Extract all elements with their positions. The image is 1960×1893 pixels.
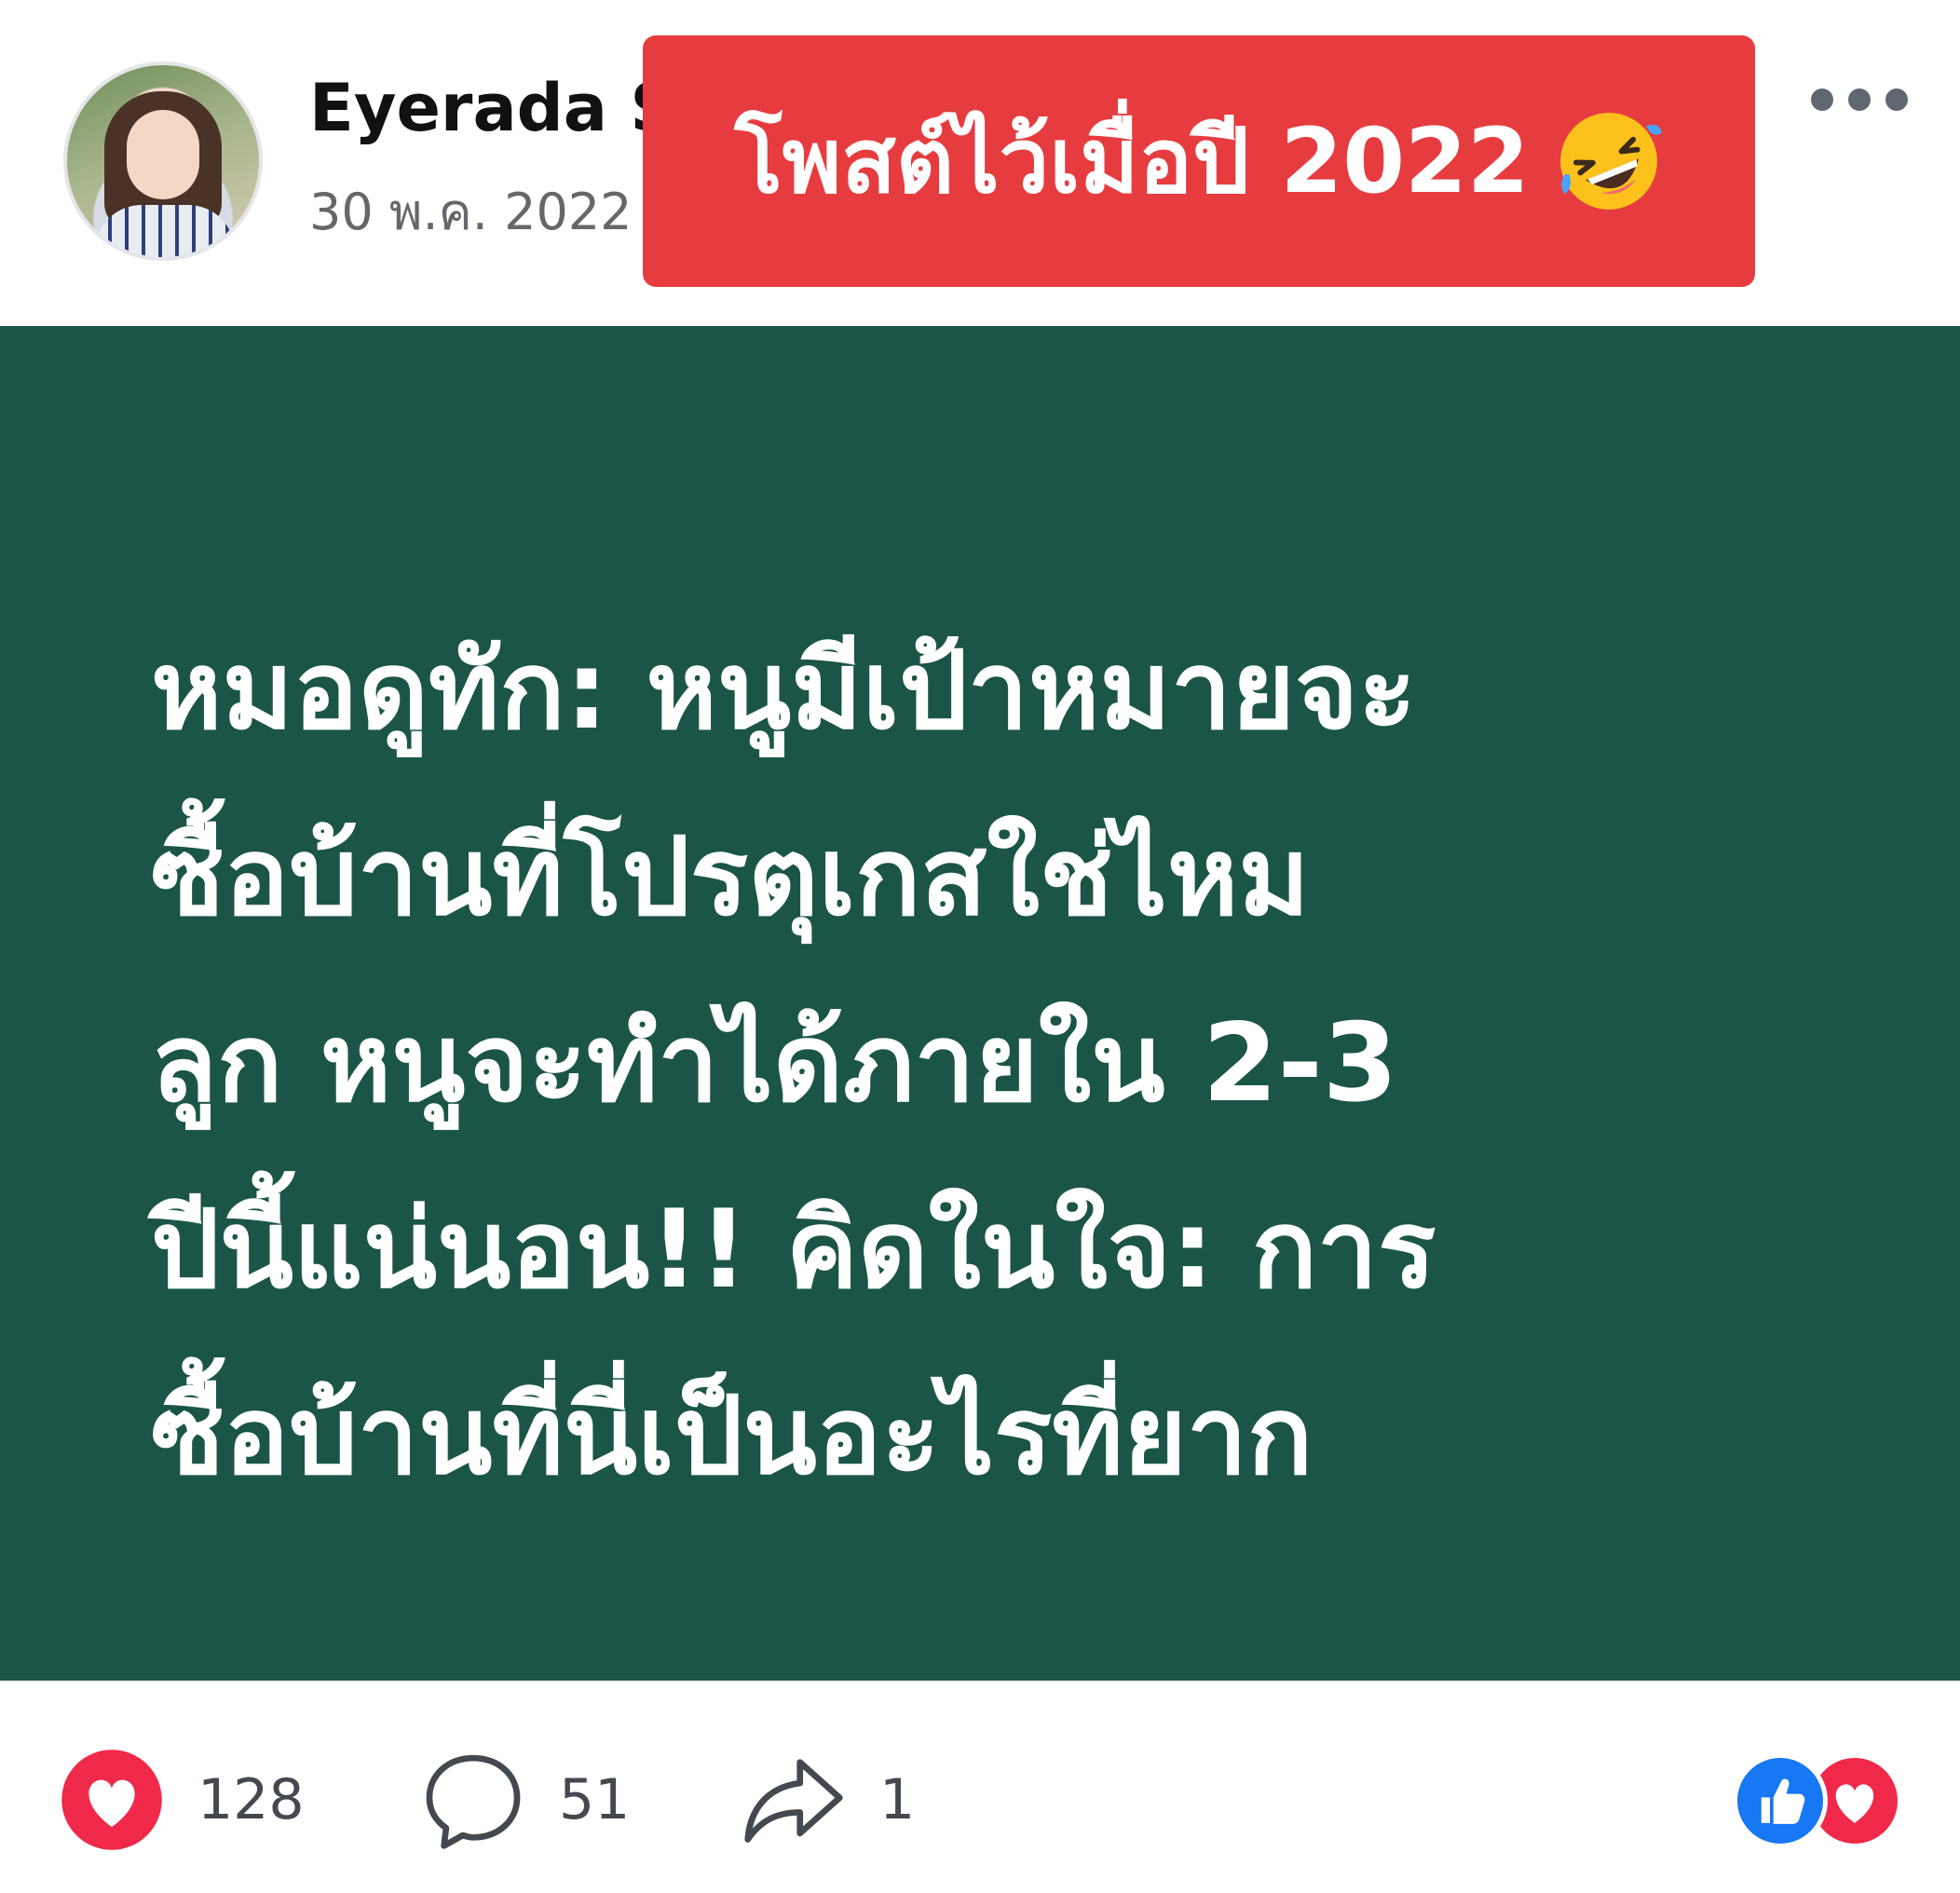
post-text: หมอดูทัก: หนูมีเป้าหมายจะ ซื้อบ้านที่โปร… (151, 598, 1828, 1530)
rolling-laughing-emoji-icon (1559, 113, 1662, 210)
avatar-face (127, 110, 199, 199)
dot (1811, 89, 1833, 111)
avatar-shirt (95, 205, 235, 257)
share-button[interactable]: 1 (742, 1744, 915, 1856)
post-content-card: หมอดูทัก: หนูมีเป้าหมายจะ ซื้อบ้านที่โปร… (0, 326, 1960, 1681)
heart-icon (61, 1750, 162, 1850)
reaction-summary[interactable] (1733, 1753, 1902, 1848)
post-text-line: ลูก หนูจะทำได้ภายใน 2-3 (151, 1001, 1398, 1126)
overlay-banner-text: โพสต์ไว้เมื่อปี 2022 (734, 109, 1530, 213)
author-name[interactable]: Eyerada S (309, 69, 677, 147)
like-count: 128 (197, 1767, 305, 1832)
post-text-line: ซื้อบ้านที่โปรตุเกสใช่ไหม (151, 814, 1310, 940)
post-text-line: ซื้อบ้านที่นี่เป็นอะไรที่ยาก (151, 1373, 1313, 1499)
author-avatar[interactable] (63, 61, 263, 261)
like-thumb-icon (1733, 1753, 1828, 1848)
like-button[interactable]: 128 (60, 1744, 305, 1856)
share-arrow-icon (744, 1759, 843, 1843)
dot (1848, 89, 1871, 111)
post-date[interactable]: 30 พ.ค. 2022 (309, 183, 633, 242)
post-text-line: หมอดูทัก: หนูมีเป้าหมายจะ (151, 628, 1417, 754)
more-dots-icon[interactable] (1811, 84, 1908, 116)
post-text-line: ปีนี้แน่นอน!! คิดในใจ: การ (151, 1187, 1436, 1313)
comment-bubble-icon (426, 1754, 521, 1849)
share-count: 1 (879, 1767, 916, 1832)
comment-count: 51 (559, 1767, 631, 1832)
post-footer: 128 51 1 (0, 1681, 1960, 1893)
dot (1885, 89, 1908, 111)
overlay-banner: โพสต์ไว้เมื่อปี 2022 (643, 35, 1755, 287)
comment-button[interactable]: 51 (421, 1744, 630, 1856)
post-header: Eyerada S 30 พ.ค. 2022 โพสต์ไว้เมื่อปี 2… (0, 0, 1960, 326)
